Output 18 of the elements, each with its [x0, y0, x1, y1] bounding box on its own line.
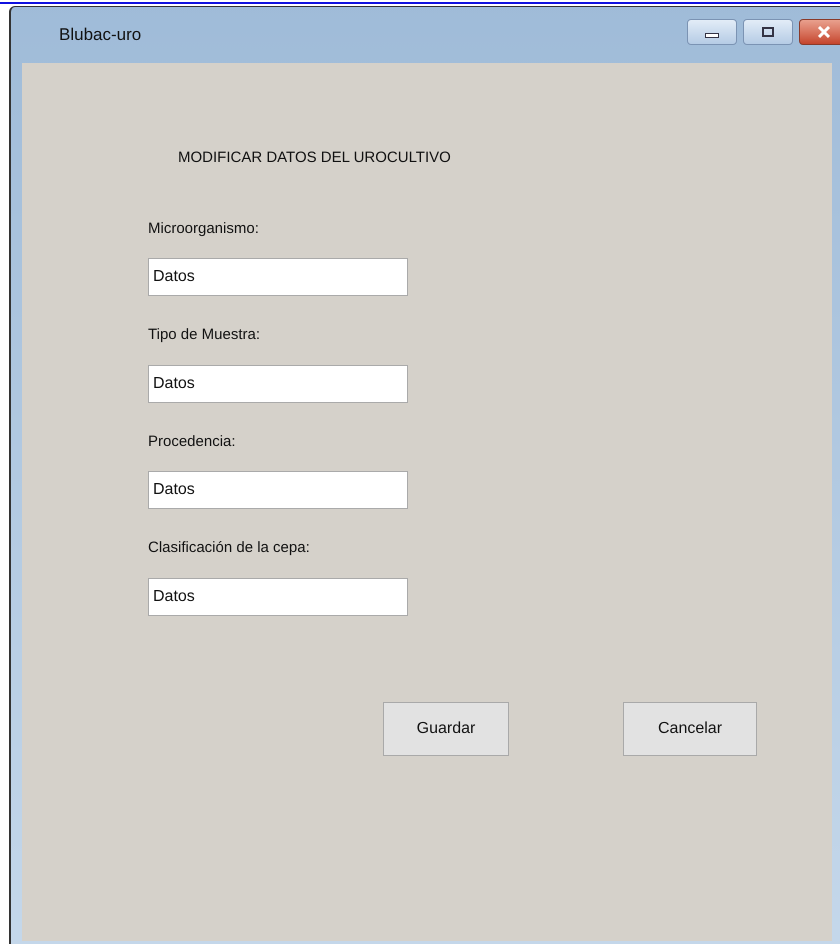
input-field[interactable]: Datos: [148, 364, 408, 402]
close-button[interactable]: [799, 19, 840, 45]
input-field[interactable]: Datos: [148, 471, 408, 509]
dialog-button[interactable]: Guardar: [383, 702, 509, 756]
dialog-button[interactable]: Cancelar: [623, 702, 757, 756]
form-heading: MODIFICAR DATOS DEL UROCULTIVO: [178, 148, 452, 168]
field-label: Clasificación de la cepa:: [148, 538, 311, 558]
input-field[interactable]: Datos: [148, 578, 408, 616]
maximize-icon: [762, 27, 774, 37]
close-icon: [818, 26, 830, 38]
window-title: Blubac-uro: [59, 24, 142, 46]
minimize-icon: [705, 32, 719, 38]
maximize-button[interactable]: [743, 19, 793, 45]
minimize-button[interactable]: [687, 19, 737, 45]
field-label: Microorganismo:: [148, 218, 260, 238]
field-label: Procedencia:: [148, 432, 237, 452]
input-field[interactable]: Datos: [148, 258, 408, 296]
field-label: Tipo de Muestra:: [148, 325, 261, 345]
